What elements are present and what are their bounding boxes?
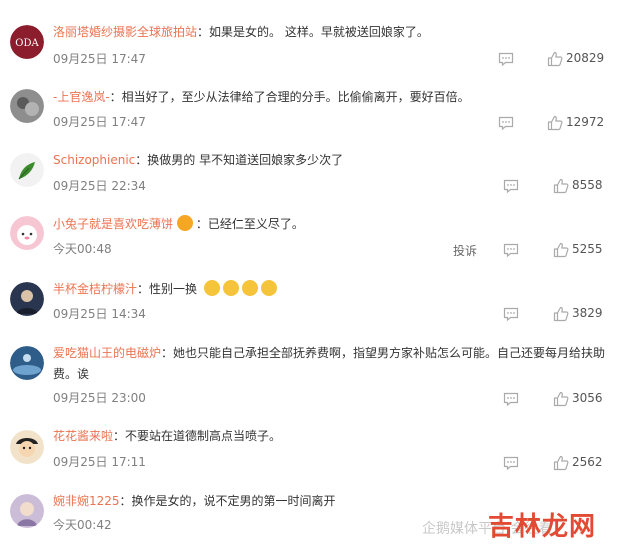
reply-icon[interactable] (503, 391, 519, 407)
username-link[interactable]: Schizophienic (53, 153, 135, 167)
report-link[interactable]: 投诉 (453, 242, 477, 259)
comment-text-line: 洛丽塔婚纱摄影全球旅拍站：如果是女的。 这样。早就被送回娘家了。 (53, 22, 608, 43)
timestamp: 09月25日 14:34 (53, 307, 146, 321)
timestamp: 09月25日 17:47 (53, 52, 146, 66)
comment-text: ：相当好了，至少从法律给了合理的分手。比偷偷离开，要好百倍。 (109, 90, 470, 104)
thumbs-up-icon[interactable] (553, 178, 569, 194)
comment-text: ：性别一换 (137, 282, 198, 296)
comment-text: ：不要站在道德制高点当喷子。 (113, 429, 282, 443)
username-link[interactable]: -上官逸岚- (53, 90, 110, 104)
watermark-brand: 吉林龙网 (488, 512, 597, 542)
comment-text-line: 花花酱来啦：不要站在道德制高点当喷子。 (53, 426, 608, 447)
like-count: 20829 (566, 51, 605, 65)
watermark: 企鹅媒体平台 会往看 吉林龙网 (410, 506, 620, 544)
comment-text-line: 爱吃猫山王的电磁炉：她也只能自己承担全部抚养费啊，指望男方家补贴怎么可能。自己还… (53, 343, 612, 385)
timestamp: 09月25日 17:11 (53, 455, 146, 469)
thumbs-up-icon[interactable] (553, 391, 569, 407)
thumbs-up-icon[interactable] (553, 242, 569, 258)
timestamp: 今天00:42 (53, 518, 112, 532)
username-link[interactable]: 半杯金桔柠檬汁 (53, 282, 137, 296)
comment-text: ：换做男的 早不知道送回娘家多少次了 (135, 153, 344, 167)
reply-icon[interactable] (503, 455, 519, 471)
like-count: 8558 (572, 178, 603, 192)
username-link[interactable]: 小兔子就是喜欢吃薄饼 (53, 217, 173, 231)
comment-text: ：已经仁至义尽了。 (195, 217, 304, 231)
timestamp: 09月25日 17:47 (53, 115, 146, 129)
username-link[interactable]: 洛丽塔婚纱摄影全球旅拍站 (53, 25, 197, 39)
like-count: 3056 (572, 391, 603, 405)
emoji-icon (222, 280, 239, 296)
comment-text-line: Schizophienic：换做男的 早不知道送回娘家多少次了 (53, 150, 608, 171)
avatar[interactable] (10, 89, 44, 123)
comment-text: ：换作是女的，说不定男的第一时间离开 (119, 494, 336, 508)
username-link[interactable]: 花花酱来啦 (53, 429, 113, 443)
avatar[interactable] (10, 282, 44, 316)
reply-icon[interactable] (503, 178, 519, 194)
username-link[interactable]: 婉非婉1225 (53, 494, 120, 508)
like-count: 2562 (572, 455, 603, 469)
reply-icon[interactable] (498, 115, 514, 131)
reply-icon[interactable] (503, 242, 519, 258)
comment-text: ：如果是女的。 这样。早就被送回娘家了。 (197, 25, 429, 39)
svg-text:ODA: ODA (15, 38, 39, 49)
emoji-icon (203, 280, 220, 296)
avatar[interactable] (10, 153, 44, 187)
comment-text-line: 半杯金桔柠檬汁：性别一换 (53, 279, 608, 300)
like-count: 12972 (566, 115, 605, 129)
comment-text-line: 小兔子就是喜欢吃薄饼 ：已经仁至义尽了。 (53, 214, 608, 235)
username-link[interactable]: 爱吃猫山王的电磁炉 (53, 346, 161, 360)
avatar[interactable] (10, 346, 44, 380)
thumbs-up-icon[interactable] (547, 115, 563, 131)
avatar[interactable]: ODA (10, 25, 44, 59)
reply-icon[interactable] (498, 51, 514, 67)
emoji-icon (260, 280, 277, 296)
thumbs-up-icon[interactable] (553, 455, 569, 471)
like-count: 5255 (572, 242, 603, 256)
timestamp: 09月25日 23:00 (53, 391, 146, 405)
timestamp: 09月25日 22:34 (53, 179, 146, 193)
comment-text-line: -上官逸岚-：相当好了，至少从法律给了合理的分手。比偷偷离开，要好百倍。 (53, 87, 608, 108)
thumbs-up-icon[interactable] (553, 306, 569, 322)
avatar[interactable] (10, 430, 44, 464)
reply-icon[interactable] (503, 306, 519, 322)
emoji-icon (241, 280, 258, 296)
avatar[interactable] (10, 216, 44, 250)
timestamp: 今天00:48 (53, 242, 112, 256)
emoji-icon (176, 215, 193, 231)
like-count: 3829 (572, 306, 603, 320)
avatar[interactable] (10, 494, 44, 528)
thumbs-up-icon[interactable] (547, 51, 563, 67)
